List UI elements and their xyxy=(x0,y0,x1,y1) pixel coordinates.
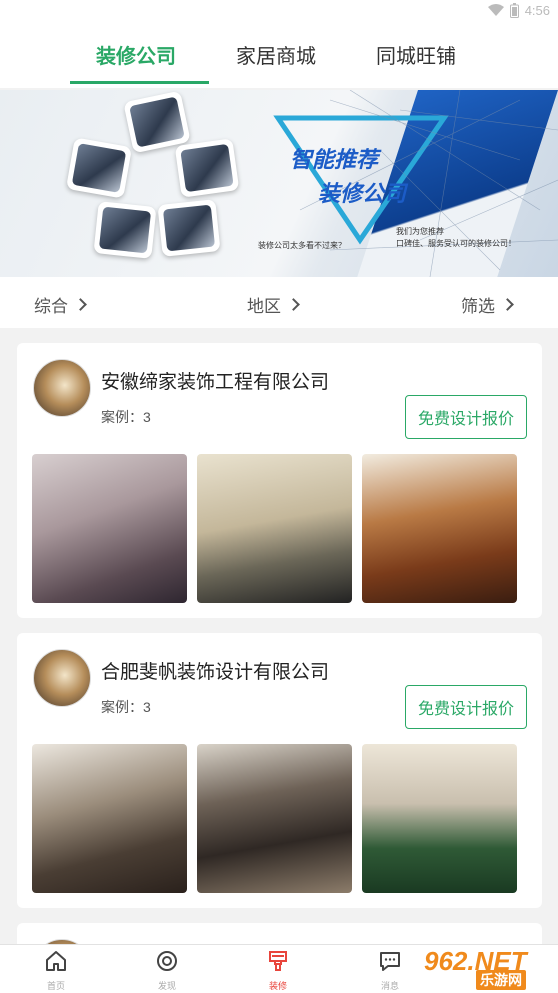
free-quote-button[interactable]: 免费设计报价 xyxy=(405,395,527,439)
company-avatar xyxy=(33,359,91,417)
case-image[interactable] xyxy=(362,744,517,893)
filter-bar: 综合 地区 筛选 xyxy=(0,277,558,328)
nav-discover-label: 发现 xyxy=(157,981,176,991)
banner-title-line1: 智能推荐 xyxy=(290,147,379,172)
company-name: 合肥斐帆装饰设计有限公司 xyxy=(101,662,330,683)
active-tab-indicator xyxy=(70,81,209,84)
filter-region-label: 地区 xyxy=(247,297,281,316)
company-card[interactable]: 合肥斐帆装饰设计有限公司 案例：3 免费设计报价 xyxy=(17,633,542,908)
free-quote-button[interactable]: 免费设计报价 xyxy=(405,685,527,729)
chevron-right-icon xyxy=(74,298,87,311)
company-case-count: 案例：3 xyxy=(101,699,151,715)
nav-messages-label: 消息 xyxy=(380,981,399,991)
nav-decoration-label: 装修 xyxy=(268,981,287,991)
status-time: 4:56 xyxy=(524,3,550,18)
banner-note-right-1: 我们为您推荐 xyxy=(396,227,444,236)
home-icon xyxy=(46,951,66,971)
brush-icon xyxy=(269,951,287,971)
chevron-right-icon xyxy=(501,298,514,311)
top-tabs: 装修公司 家居商城 同城旺铺 xyxy=(0,24,558,88)
filter-region[interactable]: 地区 xyxy=(247,292,300,317)
case-image[interactable] xyxy=(197,454,352,603)
nav-discover[interactable]: 发现 xyxy=(137,950,197,992)
nav-decoration[interactable]: 装修 xyxy=(248,950,308,992)
nav-home[interactable]: 首页 xyxy=(26,950,86,992)
battery-icon xyxy=(509,3,519,18)
banner-title-line2: 装修公司 xyxy=(318,181,407,206)
company-name: 安徽缔家装饰工程有限公司 xyxy=(101,372,330,393)
banner-photo xyxy=(93,201,157,259)
company-avatar xyxy=(33,649,91,707)
tab-decoration-company[interactable]: 装修公司 xyxy=(96,40,176,69)
promo-banner[interactable]: 智能推荐 装修公司 装修公司太多看不过来？ 我们为您推荐 口碑佳、服务受认可的装… xyxy=(0,90,558,277)
wifi-icon xyxy=(487,4,504,16)
watermark-line2: 乐游网 xyxy=(476,970,526,990)
banner-photo xyxy=(174,138,240,198)
filter-sort[interactable]: 综合 xyxy=(34,292,87,317)
chevron-right-icon xyxy=(287,298,300,311)
filter-screen[interactable]: 筛选 xyxy=(461,292,514,317)
site-watermark: 962.NET 乐游网 xyxy=(416,944,554,992)
banner-photo xyxy=(157,199,221,257)
tab-local-shops[interactable]: 同城旺铺 xyxy=(376,40,456,69)
discover-icon xyxy=(157,951,177,971)
nav-messages[interactable]: 消息 xyxy=(360,950,420,992)
status-bar: 4:56 xyxy=(0,0,558,24)
case-image[interactable] xyxy=(197,744,352,893)
filter-sort-label: 综合 xyxy=(34,297,68,316)
case-image[interactable] xyxy=(32,744,187,893)
banner-note-right-2: 口碑佳、服务受认可的装修公司！ xyxy=(396,239,516,248)
case-image[interactable] xyxy=(362,454,517,603)
banner-photo xyxy=(65,137,133,199)
filter-screen-label: 筛选 xyxy=(461,297,495,316)
message-icon xyxy=(380,952,400,971)
banner-note-left: 装修公司太多看不过来？ xyxy=(258,241,346,250)
tab-home-mall[interactable]: 家居商城 xyxy=(236,40,316,69)
company-case-count: 案例：3 xyxy=(101,409,151,425)
company-card[interactable]: 安徽缔家装饰工程有限公司 案例：3 免费设计报价 xyxy=(17,343,542,618)
nav-home-label: 首页 xyxy=(46,981,65,991)
case-image[interactable] xyxy=(32,454,187,603)
